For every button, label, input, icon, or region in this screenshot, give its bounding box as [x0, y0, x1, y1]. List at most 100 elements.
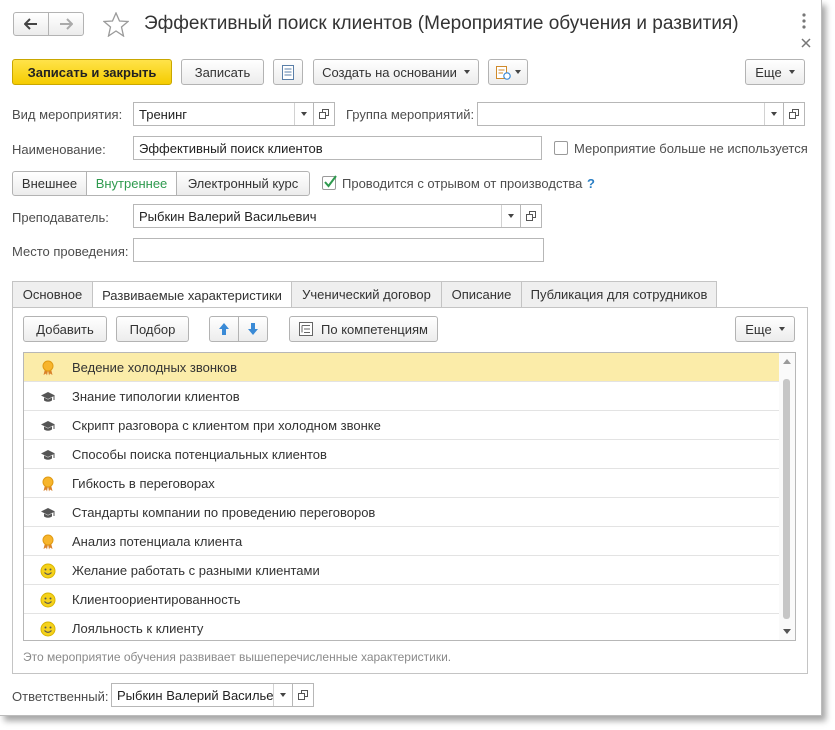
mode-elearning-button[interactable]: Электронный курс: [176, 171, 310, 196]
list-more-button[interactable]: Еще: [735, 316, 795, 342]
open-window-icon-part: [789, 112, 796, 119]
save-and-close-button[interactable]: Записать и закрыть: [12, 59, 172, 85]
chevron-down-icon: [280, 693, 286, 697]
event-type-field[interactable]: Тренинг: [133, 102, 314, 126]
close-icon[interactable]: [801, 36, 811, 51]
forward-button[interactable]: [48, 12, 84, 36]
mode-elearning-label: Электронный курс: [187, 176, 299, 191]
teacher-open-button[interactable]: [520, 204, 542, 228]
graduation-cap-icon: [40, 389, 56, 405]
mode-internal-button[interactable]: Внутреннее: [86, 171, 177, 196]
not-used-checkbox[interactable]: [554, 141, 568, 155]
arrow-right-icon: [60, 18, 73, 30]
graduation-cap-icon: [40, 418, 56, 434]
back-button[interactable]: [13, 12, 49, 36]
tab-characteristics[interactable]: Развиваемые характеристики: [92, 281, 292, 308]
teacher-field[interactable]: Рыбкин Валерий Васильевич: [133, 204, 521, 228]
chevron-down-icon: [788, 70, 795, 74]
move-up-button[interactable]: [209, 316, 239, 342]
tab-student-contract-label: Ученический договор: [302, 287, 431, 302]
responsible-field[interactable]: Рыбкин Валерий Василье: [111, 683, 293, 707]
place-input[interactable]: [133, 238, 544, 262]
name-label: Наименование:: [12, 142, 106, 157]
list-item-label: Знание типологии клиентов: [72, 388, 240, 404]
event-group-field[interactable]: [477, 102, 784, 126]
chevron-down-icon: [771, 112, 777, 116]
teacher-dropdown[interactable]: [501, 205, 520, 227]
mode-external-button[interactable]: Внешнее: [12, 171, 87, 196]
by-competencies-label: По компетенциям: [321, 321, 428, 337]
chevron-down-icon: [515, 70, 521, 74]
mode-external-label: Внешнее: [21, 176, 78, 191]
create-based-on-label: Создать на основании: [322, 64, 457, 80]
tab-main-label: Основное: [22, 287, 83, 302]
save-button[interactable]: Записать: [181, 59, 264, 85]
teacher-value: Рыбкин Валерий Васильевич: [139, 208, 317, 224]
chevron-down-icon: [508, 214, 514, 218]
characteristics-list[interactable]: Ведение холодных звонков Знание типологии…: [23, 352, 796, 641]
pick-button[interactable]: Подбор: [116, 316, 189, 342]
by-competencies-button[interactable]: По компетенциям: [289, 316, 438, 342]
favorite-star-icon[interactable]: [102, 11, 130, 40]
mode-internal-label: Внутреннее: [95, 176, 168, 191]
list-item[interactable]: Клиентоориентированность: [24, 585, 781, 614]
tab-publication[interactable]: Публикация для сотрудников: [521, 281, 717, 307]
list-item[interactable]: Ведение холодных звонков: [24, 353, 781, 382]
list-item[interactable]: Желание работать с разными клиентами: [24, 556, 781, 585]
graduation-cap-icon: [40, 447, 56, 463]
medal-icon: [40, 534, 56, 550]
list-item-label: Клиентоориентированность: [72, 591, 241, 607]
checkmark-icon: [324, 175, 337, 188]
list-item-label: Лояльность к клиенту: [72, 620, 204, 636]
scroll-up-icon[interactable]: [783, 359, 791, 364]
help-icon[interactable]: ?: [587, 176, 595, 191]
smiley-icon: [40, 563, 56, 579]
chevron-down-icon: [463, 70, 470, 74]
responsible-open-button[interactable]: [292, 683, 314, 707]
list-item[interactable]: Стандарты компании по проведению перегов…: [24, 498, 781, 527]
responsible-value: Рыбкин Валерий Василье: [117, 687, 274, 703]
tab-main[interactable]: Основное: [12, 281, 93, 307]
list-more-label: Еще: [745, 321, 772, 337]
event-type-dropdown[interactable]: [294, 103, 313, 125]
off-job-label: Проводится с отрывом от производства: [342, 176, 583, 191]
tree-list-icon: [299, 322, 314, 336]
open-window-icon-part: [298, 693, 305, 700]
tab-student-contract[interactable]: Ученический договор: [291, 281, 442, 307]
list-item-label: Скрипт разговора с клиентом при холодном…: [72, 417, 381, 433]
scrollbar-thumb[interactable]: [783, 379, 790, 619]
tab-description-label: Описание: [451, 287, 512, 302]
report-button[interactable]: [273, 59, 303, 85]
page-title: Эффективный поиск клиентов (Мероприятие …: [144, 13, 739, 34]
tab-description[interactable]: Описание: [441, 281, 522, 307]
list-item[interactable]: Знание типологии клиентов: [24, 382, 781, 411]
medal-icon: [40, 476, 56, 492]
name-input[interactable]: Эффективный поиск клиентов: [133, 136, 542, 160]
name-value: Эффективный поиск клиентов: [139, 140, 323, 156]
more-button[interactable]: Еще: [745, 59, 805, 85]
scroll-down-icon[interactable]: [783, 629, 791, 634]
chevron-down-icon: [301, 112, 307, 116]
add-button[interactable]: Добавить: [23, 316, 107, 342]
chevron-down-icon: [778, 327, 785, 331]
off-job-checkbox[interactable]: [322, 175, 337, 190]
tab-characteristics-label: Развиваемые характеристики: [102, 287, 282, 303]
list-item[interactable]: Анализ потенциала клиента: [24, 527, 781, 556]
scrollbar[interactable]: [779, 353, 795, 640]
list-item[interactable]: Гибкость в переговорах: [24, 469, 781, 498]
responsible-dropdown[interactable]: [273, 684, 292, 706]
list-item[interactable]: Способы поиска потенциальных клиентов: [24, 440, 781, 469]
list-item-label: Анализ потенциала клиента: [72, 533, 243, 549]
event-type-open-button[interactable]: [313, 102, 335, 126]
event-group-open-button[interactable]: [783, 102, 805, 126]
event-group-dropdown[interactable]: [764, 103, 783, 125]
create-based-on-button[interactable]: Создать на основании: [313, 59, 479, 85]
more-actions-icon[interactable]: [801, 13, 807, 32]
attachments-button[interactable]: [488, 59, 528, 85]
move-down-button[interactable]: [238, 316, 268, 342]
list-item[interactable]: Скрипт разговора с клиентом при холодном…: [24, 411, 781, 440]
list-item-label: Гибкость в переговорах: [72, 475, 215, 491]
list-item-label: Стандарты компании по проведению перегов…: [72, 504, 376, 520]
open-window-icon-part: [526, 214, 533, 221]
list-item[interactable]: Лояльность к клиенту: [24, 614, 781, 640]
